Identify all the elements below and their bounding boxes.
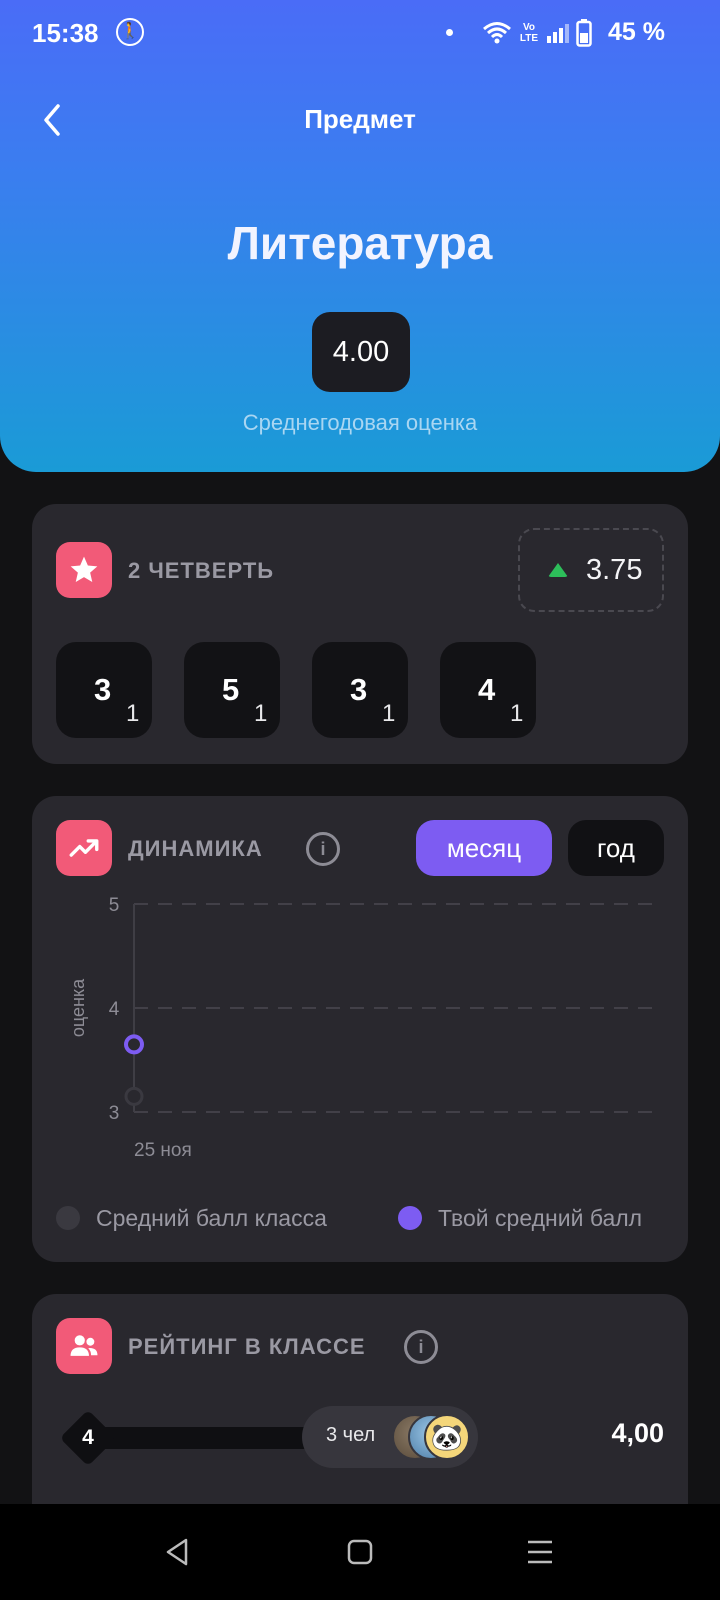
dynamics-card: ДИНАМИКА i месяц год 5 4 3 оценка 25 ноя Сре… (32, 796, 688, 1262)
grade-tile[interactable]: 3 1 (312, 642, 408, 738)
notification-dot-icon (446, 29, 453, 36)
annual-average-label: Среднегодовая оценка (242, 410, 478, 435)
battery-icon (576, 19, 592, 47)
y-tick-label: 4 (109, 999, 120, 1020)
rating-progress-track (94, 1427, 314, 1449)
quarter-title: 2 ЧЕТВЕРТЬ (128, 558, 275, 583)
grade-weight: 1 (254, 700, 268, 727)
dynamics-chart-svg: 5 4 3 оценка 25 ноя (68, 895, 654, 1161)
status-time: 15:38 (32, 18, 99, 48)
panda-avatar-icon: 🐼 (424, 1414, 470, 1460)
info-icon[interactable]: i (306, 832, 340, 866)
rating-place: 4 (82, 1426, 94, 1449)
status-bar: 15:38 🚶 Vo LTE 45 % (0, 0, 720, 64)
grade-value: 3 (350, 672, 368, 707)
y-tick-label: 3 (109, 1103, 120, 1124)
class-average-point (124, 1086, 144, 1106)
grade-weight: 1 (126, 700, 140, 727)
legend-you: Твой средний балл (398, 1204, 642, 1232)
y-tick-label: 5 (109, 895, 120, 916)
system-navigation-bar (0, 1504, 720, 1600)
x-tick-label: 25 ноя (134, 1140, 192, 1161)
star-icon (56, 542, 112, 598)
grade-weight: 1 (510, 700, 524, 727)
volte-bottom-label: LTE (519, 33, 539, 44)
quarter-card[interactable]: 2 ЧЕТВЕРТЬ 3.75 3 1 5 1 3 1 4 1 (32, 504, 688, 764)
legend-class-label: Средний балл класса (96, 1204, 327, 1231)
trend-up-icon (548, 563, 568, 577)
grade-weight: 1 (382, 700, 396, 727)
rating-group-pill[interactable]: 3 чел 🐼 (302, 1406, 478, 1468)
period-month-button[interactable]: месяц (416, 820, 552, 876)
annual-average-badge: 4.00 (312, 312, 410, 392)
rating-value: 4,00 (611, 1418, 664, 1448)
grade-tile[interactable]: 4 1 (440, 642, 536, 738)
page-title: Предмет (304, 104, 416, 134)
walking-icon: 🚶 (116, 18, 144, 46)
dynamics-chart: 5 4 3 оценка 25 ноя (32, 886, 688, 1206)
rating-title: РЕЙТИНГ В КЛАССЕ (128, 1334, 366, 1359)
legend-class: Средний балл класса (56, 1204, 327, 1232)
rating-count: 3 чел (326, 1424, 376, 1446)
your-average-point (124, 1034, 144, 1055)
grade-tile[interactable]: 3 1 (56, 642, 152, 738)
quarter-score-badge: 3.75 (518, 528, 664, 612)
grade-tile[interactable]: 5 1 (184, 642, 280, 738)
period-year-button[interactable]: год (568, 820, 664, 876)
y-axis-label: оценка (68, 978, 88, 1037)
grade-value: 4 (478, 672, 496, 707)
trending-up-icon (56, 820, 112, 876)
quarter-score: 3.75 (586, 554, 643, 586)
users-icon (56, 1318, 112, 1374)
signal-icon (547, 24, 569, 43)
status-icons: Vo LTE (482, 18, 592, 48)
volte-icon: Vo LTE (518, 22, 540, 44)
battery-percent: 45 % (608, 18, 665, 46)
nav-menu-icon[interactable] (520, 1532, 560, 1572)
nav-home-icon[interactable] (340, 1532, 380, 1572)
wifi-icon (483, 22, 511, 44)
info-icon[interactable]: i (404, 1330, 438, 1364)
legend-you-label: Твой средний балл (438, 1204, 643, 1231)
subject-title: Литература (227, 217, 493, 269)
legend-class-dot (56, 1206, 80, 1230)
dynamics-title: ДИНАМИКА (128, 836, 263, 861)
legend-you-dot (398, 1206, 422, 1230)
volte-top-label: Vo (522, 22, 536, 33)
grade-value: 3 (94, 672, 112, 707)
grade-value: 5 (222, 672, 240, 707)
nav-back-icon[interactable] (158, 1532, 198, 1572)
